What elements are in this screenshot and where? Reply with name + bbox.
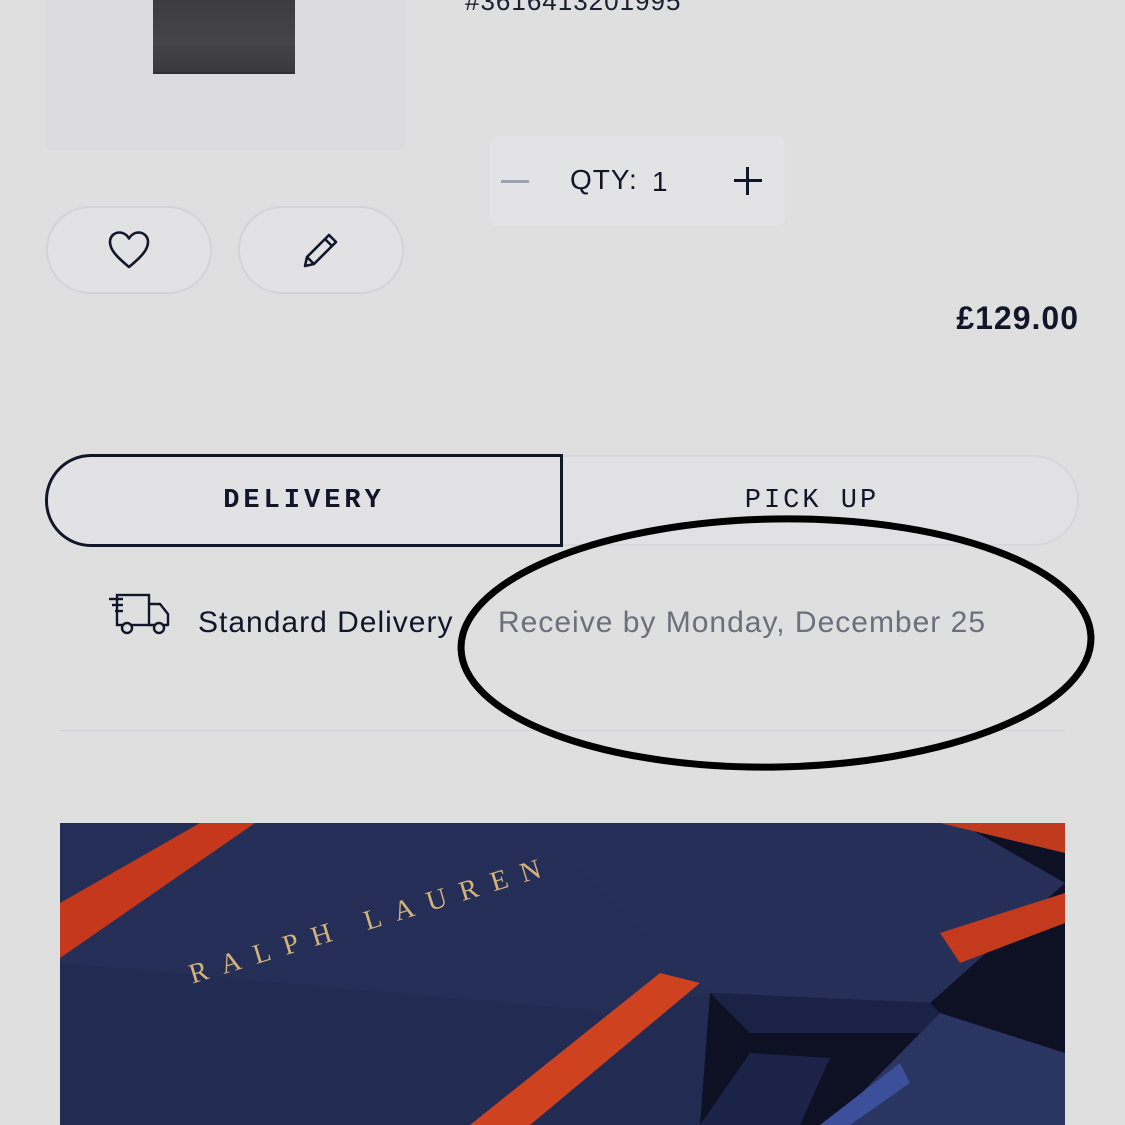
truck-icon	[109, 593, 170, 635]
quantity-label: QTY:	[570, 164, 638, 195]
item-price: £129.00	[956, 300, 1079, 336]
tab-pick-up[interactable]: PICK UP	[545, 455, 1079, 546]
edit-button[interactable]	[238, 206, 404, 294]
tab-delivery[interactable]: DELIVERY	[45, 454, 563, 547]
decrease-quantity-button[interactable]	[498, 166, 532, 196]
cart-page: #3616413201995 QTY: 1 £129.00 PICK UP DE…	[0, 0, 1125, 1125]
product-sku: #3616413201995	[465, 0, 682, 16]
increase-quantity-button[interactable]	[730, 163, 766, 199]
minus-icon	[501, 179, 529, 183]
annotation-ellipse	[457, 515, 1095, 771]
divider	[60, 730, 1065, 731]
delivery-method: Standard Delivery	[198, 606, 454, 639]
delivery-estimate: Receive by Monday, December 25	[498, 606, 986, 639]
pencil-icon	[303, 233, 338, 268]
wishlist-button[interactable]	[46, 206, 212, 294]
heart-icon	[108, 231, 150, 269]
product-image[interactable]	[153, 0, 295, 74]
quantity-value: 1	[652, 166, 668, 197]
